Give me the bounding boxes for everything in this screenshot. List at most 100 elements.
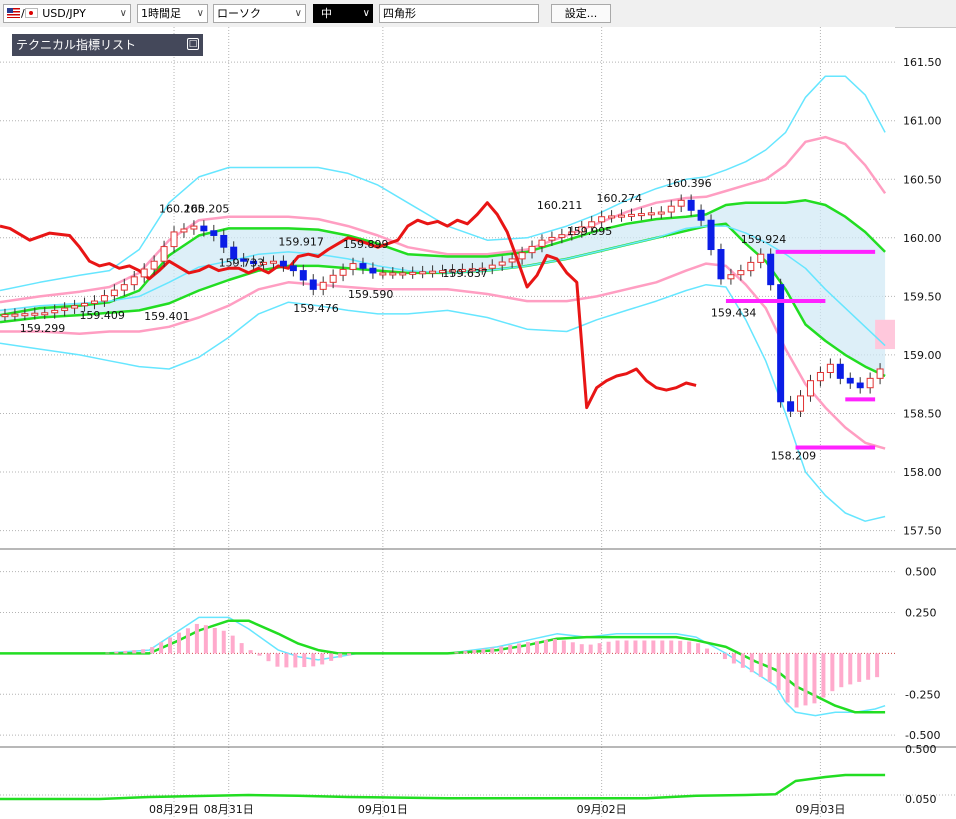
up-candle xyxy=(409,271,417,275)
macd-histogram-bar xyxy=(687,641,692,654)
timeframe-label: 1時間足 xyxy=(141,7,181,20)
indicator-list-title: テクニカル指標リスト xyxy=(16,38,137,52)
macd-histogram-bar xyxy=(490,647,495,654)
line-width-select[interactable]: 中 ∨ xyxy=(313,4,373,23)
toolbar: / USD/JPY ∨ 1時間足 ∨ ローソク ∨ 中 ∨ 四角形 設定... xyxy=(0,0,956,28)
up-candle xyxy=(608,215,616,219)
down-candle xyxy=(836,363,844,379)
up-candle xyxy=(379,272,387,276)
down-candle xyxy=(309,279,317,290)
down-candle xyxy=(846,377,854,384)
down-candle xyxy=(289,265,297,272)
macd-histogram-bar xyxy=(311,653,316,667)
up-candle xyxy=(1,314,9,318)
up-candle xyxy=(269,260,277,264)
down-candle xyxy=(220,234,228,248)
price-axis-tick: 159.50 xyxy=(903,290,942,303)
macd-histogram-bar xyxy=(561,640,566,654)
price-label: 159.637 xyxy=(442,267,488,280)
line-width-label: 中 xyxy=(321,7,332,20)
up-candle xyxy=(21,313,29,317)
macd-histogram-bar xyxy=(123,650,128,654)
up-candle xyxy=(140,268,148,278)
up-candle xyxy=(71,305,79,309)
macd-histogram-bar xyxy=(239,643,244,654)
macd-axis-tick: 0.500 xyxy=(905,566,937,579)
macd-histogram-bar xyxy=(803,653,808,706)
panel-toggle-icon[interactable]: □ xyxy=(187,38,199,50)
up-candle xyxy=(90,300,98,304)
macd-histogram-bar xyxy=(696,643,701,654)
macd-histogram-bar xyxy=(347,653,352,656)
up-candle xyxy=(329,274,337,283)
macd-histogram-bar xyxy=(731,653,736,664)
down-candle xyxy=(717,249,725,280)
macd-histogram-bar xyxy=(749,653,754,673)
down-candle xyxy=(707,219,715,251)
price-axis-tick: 159.00 xyxy=(903,349,942,362)
macd-histogram-bar xyxy=(740,653,745,668)
price-label: 160.205 xyxy=(184,203,230,216)
up-candle xyxy=(518,252,526,260)
up-candle xyxy=(31,312,39,316)
chevron-down-icon: ∨ xyxy=(119,8,127,19)
price-label: 159.409 xyxy=(79,309,125,322)
macd-histogram-bar xyxy=(570,642,575,654)
up-candle xyxy=(558,234,566,238)
price-axis-tick: 161.50 xyxy=(903,56,942,69)
macd-histogram-bar xyxy=(678,640,683,654)
price-label: 159.995 xyxy=(567,225,613,238)
macd-histogram-bar xyxy=(848,653,853,685)
up-candle xyxy=(797,395,805,412)
macd-histogram-bar xyxy=(185,628,190,654)
up-candle xyxy=(548,236,556,241)
currency-pair-select[interactable]: / USD/JPY ∨ xyxy=(3,4,131,23)
price-axis-tick: 160.00 xyxy=(903,232,942,245)
macd-histogram-bar xyxy=(794,653,799,708)
macd-histogram-bar xyxy=(499,646,504,654)
macd-histogram-bar xyxy=(776,653,781,691)
up-candle xyxy=(876,368,884,379)
macd-histogram-bar xyxy=(866,653,871,680)
macd-axis-tick: 0.250 xyxy=(905,607,937,620)
drawing-tool-field[interactable]: 四角形 xyxy=(379,4,539,23)
up-candle xyxy=(757,253,765,263)
down-candle xyxy=(299,270,307,281)
chart-style-select[interactable]: ローソク ∨ xyxy=(213,4,306,23)
up-candle xyxy=(190,225,198,230)
macd-histogram-bar xyxy=(508,644,513,654)
up-candle xyxy=(737,270,745,276)
plot-background xyxy=(0,27,895,819)
macd-histogram-bar xyxy=(338,653,343,658)
time-axis-tick: 09月02日 xyxy=(577,803,627,816)
price-axis-tick: 160.50 xyxy=(903,173,942,186)
macd-histogram-bar xyxy=(552,639,557,654)
price-axis-tick: 158.00 xyxy=(903,466,942,479)
price-axis-tick: 158.50 xyxy=(903,407,942,420)
up-candle xyxy=(170,231,178,248)
macd-histogram-bar xyxy=(194,623,199,654)
up-candle xyxy=(130,276,138,286)
pair-label: USD/JPY xyxy=(42,7,86,20)
up-candle xyxy=(528,245,536,254)
settings-button[interactable]: 設定... xyxy=(551,4,611,23)
macd-histogram-bar xyxy=(812,653,817,704)
macd-histogram-bar xyxy=(705,648,710,654)
up-candle xyxy=(61,307,69,311)
down-candle xyxy=(369,267,377,274)
indicator-list-panel[interactable]: テクニカル指標リスト □ xyxy=(12,34,203,56)
macd-histogram-bar xyxy=(642,640,647,654)
price-chart[interactable]: 160.205160.205 160.211160.274160.396159.9… xyxy=(0,27,956,819)
timeframe-select[interactable]: 1時間足 ∨ xyxy=(137,4,208,23)
up-candle xyxy=(349,263,357,270)
macd-histogram-bar xyxy=(624,640,629,654)
price-label: 159.899 xyxy=(343,238,389,251)
macd-histogram-bar xyxy=(633,640,638,654)
up-candle xyxy=(826,363,834,373)
up-candle xyxy=(41,312,49,316)
up-candle xyxy=(319,281,327,290)
up-candle xyxy=(11,313,19,317)
down-candle xyxy=(687,199,695,211)
macd-histogram-bar xyxy=(114,651,119,654)
macd-histogram-bar xyxy=(857,653,862,682)
